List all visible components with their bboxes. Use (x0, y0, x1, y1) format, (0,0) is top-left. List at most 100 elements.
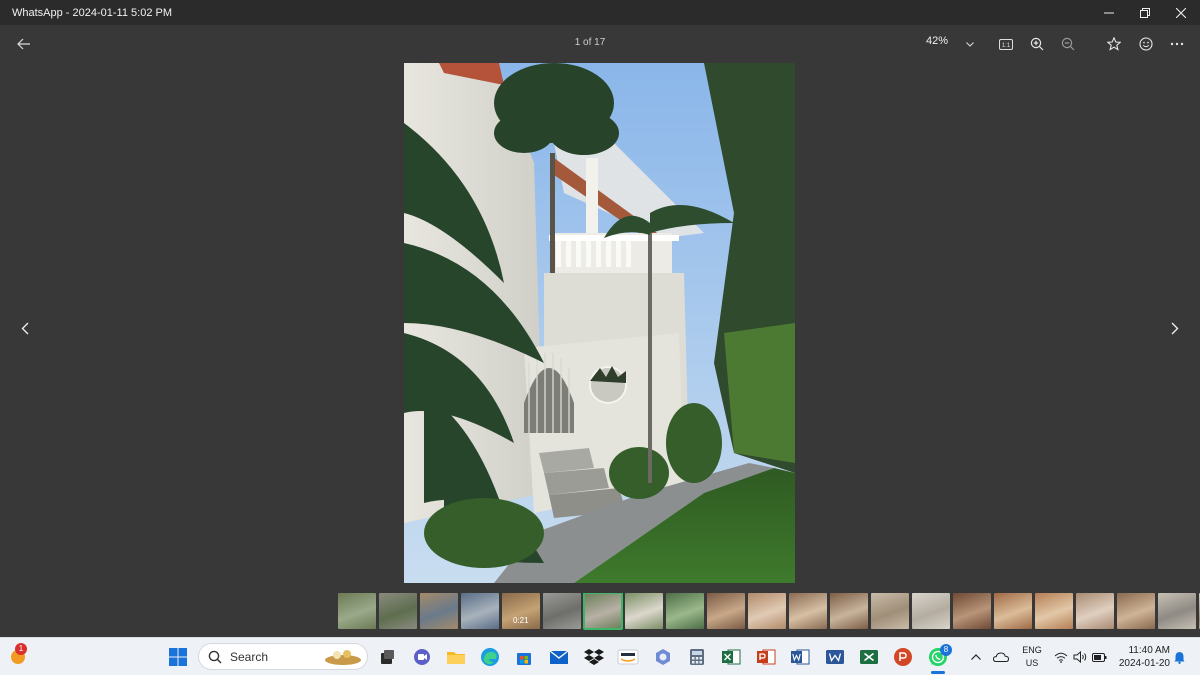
taskbar-powerpoint-2[interactable] (892, 646, 914, 668)
show-hidden-icons-button[interactable] (968, 648, 984, 666)
taskbar-word-1[interactable] (789, 646, 811, 668)
folder-icon (447, 652, 465, 664)
thumbnail[interactable] (379, 593, 417, 629)
photo-view[interactable] (404, 63, 795, 583)
zoom-in-icon (1030, 37, 1044, 51)
previous-image-button[interactable] (15, 318, 35, 338)
taskbar-word-2[interactable] (824, 646, 846, 668)
minimize-button[interactable] (1092, 0, 1126, 25)
zoom-dropdown-button[interactable] (963, 37, 977, 51)
taskbar-file-explorer[interactable] (445, 646, 467, 668)
taskbar-excel-1[interactable] (720, 646, 742, 668)
excel-icon (722, 649, 741, 665)
edge-browser-icon (481, 648, 499, 666)
active-app-indicator (931, 671, 945, 674)
input-language[interactable]: ENG US (1020, 644, 1044, 670)
title-bar: WhatsApp - 2024-01-11 5:02 PM (0, 0, 1200, 25)
favorite-button[interactable] (1104, 34, 1124, 54)
close-button[interactable] (1164, 0, 1198, 25)
close-icon (1176, 7, 1186, 18)
restore-button[interactable] (1128, 0, 1162, 25)
thumbnail[interactable] (1117, 593, 1155, 629)
thumbnail[interactable] (625, 593, 663, 629)
network-status[interactable] (1052, 648, 1070, 666)
taskbar-edge[interactable] (479, 646, 501, 668)
thumbnail[interactable] (1158, 593, 1196, 629)
system-clock[interactable]: 11:40 AM 2024-01-20 (1112, 644, 1170, 670)
thumbnail[interactable] (707, 593, 745, 629)
video-duration-label: 0:21 (513, 616, 529, 625)
battery-status[interactable] (1090, 648, 1108, 666)
chevron-up-icon (971, 654, 981, 660)
calculator-icon (690, 649, 704, 665)
word-icon (826, 650, 844, 664)
taskbar-meet[interactable] (411, 646, 433, 668)
thumbnail[interactable] (789, 593, 827, 629)
taskbar-powerpoint-1[interactable] (755, 646, 777, 668)
taskbar-task-view[interactable] (376, 646, 398, 668)
clock-time: 11:40 AM (1128, 645, 1170, 656)
taskbar-dropbox[interactable] (583, 646, 605, 668)
thumbnail[interactable] (953, 593, 991, 629)
start-button[interactable] (168, 647, 188, 667)
notification-center-button[interactable] (1172, 648, 1186, 666)
next-image-button[interactable] (1165, 318, 1185, 338)
image-counter: 1 of 17 (574, 37, 606, 48)
task-view-icon (381, 650, 394, 664)
keyboard-region: US (1025, 658, 1039, 668)
thumbnail[interactable] (912, 593, 950, 629)
volume-control[interactable] (1071, 648, 1089, 666)
house-photo-illustration (404, 63, 795, 583)
thumbnail[interactable] (543, 593, 581, 629)
minimize-icon (1104, 12, 1114, 13)
more-icon (1170, 42, 1184, 46)
clock-date: 2024-01-20 (1118, 658, 1170, 669)
powerpoint-icon (757, 649, 776, 665)
thumbnail[interactable] (1076, 593, 1114, 629)
whatsapp-unread-badge: 8 (940, 644, 952, 656)
thumbnail[interactable] (748, 593, 786, 629)
thumbnail[interactable] (583, 593, 623, 630)
thumbnail[interactable] (871, 593, 909, 629)
taskbar-amazon[interactable] (617, 646, 639, 668)
language-code: ENG (1022, 645, 1042, 655)
taskbar-excel-2[interactable] (858, 646, 880, 668)
back-button[interactable] (14, 35, 34, 53)
viewer-toolbar: 1 of 17 42% 1:1 (0, 25, 1200, 63)
svg-text:1:1: 1:1 (1002, 43, 1011, 49)
thumbnail[interactable] (420, 593, 458, 629)
cloud-icon (993, 652, 1009, 662)
taskbar-store[interactable] (513, 646, 535, 668)
thumbnail[interactable] (994, 593, 1032, 629)
chevron-left-icon (21, 322, 29, 334)
powerpoint-icon (894, 648, 912, 666)
more-options-button[interactable] (1167, 34, 1187, 54)
thumbnail[interactable] (666, 593, 704, 629)
taskbar-search-box[interactable]: Search (198, 643, 368, 670)
mail-icon (549, 650, 569, 664)
actual-size-button[interactable]: 1:1 (996, 34, 1016, 54)
onedrive-tray-button[interactable] (992, 648, 1010, 666)
thumbnail[interactable] (1035, 593, 1073, 629)
video-call-icon (414, 649, 430, 665)
zoom-level[interactable]: 42% (926, 35, 948, 47)
restore-icon (1140, 7, 1150, 18)
zoom-out-icon (1061, 37, 1075, 51)
window-title: WhatsApp - 2024-01-11 5:02 PM (12, 6, 172, 19)
back-arrow-icon (17, 38, 30, 50)
emoji-icon (1139, 37, 1153, 51)
react-button[interactable] (1136, 34, 1156, 54)
thumbnail[interactable] (338, 593, 376, 629)
taskbar: 1 Search 8 ENG US 11:40 AM 2024-01-20 (0, 637, 1200, 675)
star-icon (1107, 37, 1121, 51)
chevron-right-icon (1171, 322, 1179, 334)
taskbar-calculator[interactable] (686, 646, 708, 668)
chevron-down-icon (966, 41, 974, 47)
taskbar-mail[interactable] (548, 646, 570, 668)
thumbnail[interactable] (830, 593, 868, 629)
taskbar-copilot[interactable] (652, 646, 674, 668)
zoom-out-button[interactable] (1058, 34, 1078, 54)
thumbnail[interactable]: 0:21 (502, 593, 540, 629)
zoom-in-button[interactable] (1027, 34, 1047, 54)
thumbnail[interactable] (461, 593, 499, 629)
